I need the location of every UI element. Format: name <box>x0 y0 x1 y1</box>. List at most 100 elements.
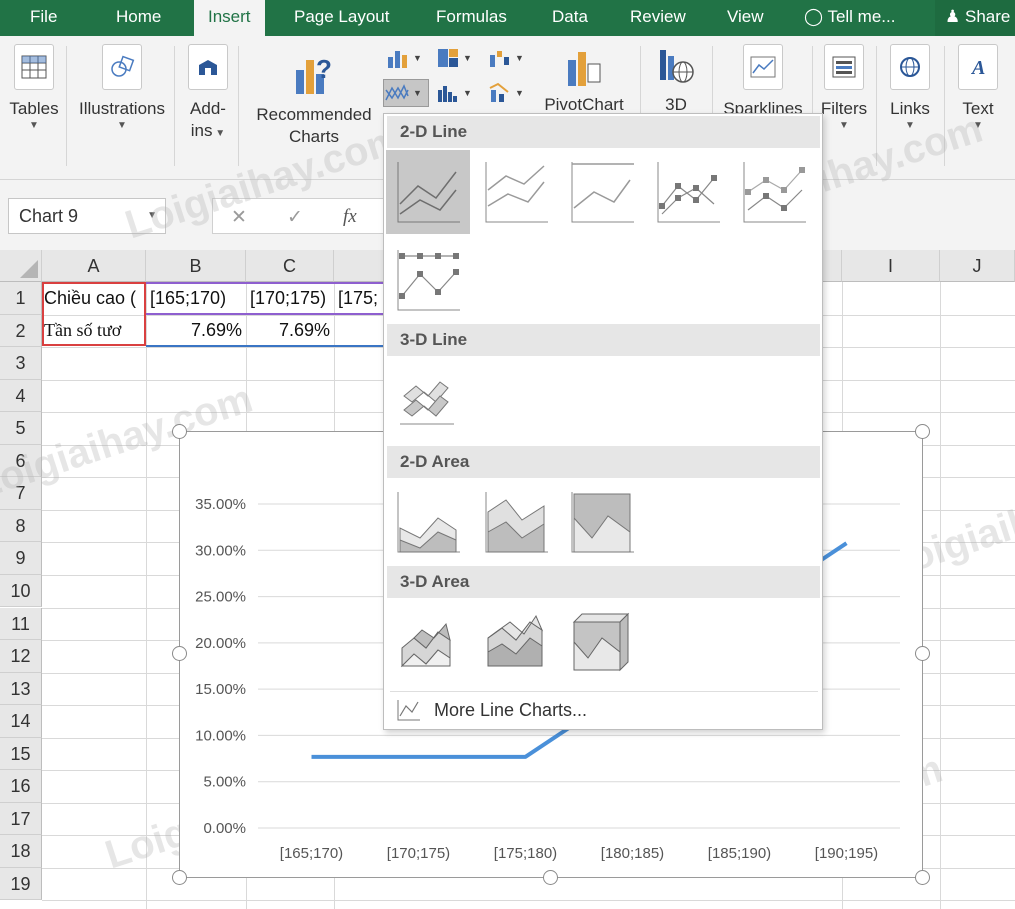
tab-formulas[interactable]: Formulas <box>436 0 507 36</box>
chevron-down-icon: ▼ <box>515 53 524 63</box>
tell-me-label: Tell me... <box>827 7 896 26</box>
column-header-h[interactable] <box>822 250 842 282</box>
tab-data[interactable]: Data <box>552 0 588 36</box>
text-button[interactable]: A Text ▼ <box>952 44 1004 132</box>
y-tick-label: 30.00% <box>195 542 246 559</box>
row-header[interactable]: 19 <box>0 867 42 901</box>
chevron-down-icon: ▼ <box>413 88 422 98</box>
cell-b2[interactable]: 7.69% <box>150 315 242 347</box>
chart-resize-handle[interactable] <box>172 646 187 661</box>
line-chart-button[interactable]: ▼ <box>383 79 429 107</box>
tab-file[interactable]: File <box>30 0 57 36</box>
row-header[interactable]: 6 <box>0 444 42 478</box>
name-box[interactable]: Chart 9 ▼ <box>8 198 166 234</box>
row-header[interactable]: 18 <box>0 835 42 868</box>
name-box-value: Chart 9 <box>19 206 79 226</box>
3d-stacked-area-option[interactable] <box>474 600 558 684</box>
cancel-icon[interactable]: ✕ <box>231 206 247 229</box>
combo-chart-button[interactable]: ▼ <box>488 79 534 107</box>
recommended-charts-label-2: Charts <box>288 127 340 146</box>
row-header[interactable]: 9 <box>0 542 42 575</box>
row-header[interactable]: 17 <box>0 802 42 836</box>
waterfall-chart-button[interactable]: ▼ <box>488 44 534 72</box>
pivotchart-button[interactable]: PivotChart <box>536 44 632 116</box>
chart-resize-handle[interactable] <box>172 424 187 439</box>
row-header[interactable]: 2 <box>0 314 42 348</box>
chevron-down-icon: ▼ <box>29 120 39 131</box>
row-header[interactable]: 3 <box>0 347 42 380</box>
slicer-icon <box>824 44 864 90</box>
chart-resize-handle[interactable] <box>915 870 930 885</box>
stacked-line-with-markers-option[interactable] <box>732 150 816 234</box>
share-button[interactable]: ♟ Share <box>935 0 1015 36</box>
add-ins-button[interactable]: Add- ins ▼ <box>184 44 232 142</box>
3d-line-option[interactable] <box>386 358 470 442</box>
grid-line <box>146 282 147 909</box>
3d-line-icon <box>400 381 454 425</box>
cell-c2[interactable]: 7.69% <box>250 315 330 347</box>
tab-view[interactable]: View <box>727 0 764 36</box>
row-header[interactable]: 1 <box>0 282 42 315</box>
chevron-down-icon: ▼ <box>839 120 849 131</box>
chart-resize-handle[interactable] <box>915 646 930 661</box>
tell-me-box[interactable]: ◯ Tell me... <box>804 0 895 36</box>
statistic-chart-button[interactable]: ▼ <box>436 79 482 107</box>
row-header[interactable]: 4 <box>0 379 42 413</box>
row-header[interactable]: 10 <box>0 574 42 608</box>
tables-button[interactable]: Tables ▼ <box>8 44 60 132</box>
shapes-icon <box>102 44 142 90</box>
row-header[interactable]: 14 <box>0 705 42 738</box>
links-button[interactable]: Links ▼ <box>884 44 936 132</box>
tab-page-layout[interactable]: Page Layout <box>294 0 389 36</box>
chart-resize-handle[interactable] <box>915 424 930 439</box>
column-header-d[interactable] <box>334 250 384 282</box>
100-stacked-line-with-markers-option[interactable] <box>386 238 470 322</box>
hierarchy-chart-button[interactable]: ▼ <box>436 44 482 72</box>
line-with-markers-option[interactable] <box>646 150 730 234</box>
select-all-corner[interactable] <box>0 250 42 282</box>
insert-function-icon[interactable]: fx <box>343 206 357 228</box>
stacked-area-option[interactable] <box>474 480 558 564</box>
tab-review[interactable]: Review <box>630 0 686 36</box>
svg-text:?: ? <box>316 54 332 84</box>
row-header[interactable]: 5 <box>0 412 42 445</box>
recommended-charts-button[interactable]: ? Recommended Charts <box>250 44 378 148</box>
100-stacked-line-option[interactable] <box>560 150 644 234</box>
more-line-charts-link[interactable]: More Line Charts... <box>390 691 818 727</box>
y-tick-label: 25.00% <box>195 589 246 606</box>
row-header[interactable]: 13 <box>0 672 42 706</box>
100-stacked-area-option[interactable] <box>560 480 644 564</box>
3d-map-button[interactable]: 3D <box>648 44 704 116</box>
area-option[interactable] <box>386 480 470 564</box>
sparklines-button[interactable]: Sparklines <box>720 44 806 120</box>
tab-home[interactable]: Home <box>116 0 161 36</box>
row-header[interactable]: 11 <box>0 607 42 641</box>
filters-button[interactable]: Filters ▼ <box>818 44 870 132</box>
column-header-b[interactable]: B <box>146 250 246 282</box>
line-chart-option[interactable] <box>386 150 470 234</box>
recommended-charts-label: Recommended <box>256 105 372 124</box>
100-stacked-line-icon <box>571 162 634 223</box>
column-header-j[interactable]: J <box>940 250 1015 282</box>
column-chart-button[interactable]: ▼ <box>386 44 432 72</box>
stacked-area-icon <box>485 492 548 553</box>
row-header[interactable]: 15 <box>0 737 42 771</box>
row-header[interactable]: 12 <box>0 640 42 673</box>
chart-resize-handle[interactable] <box>172 870 187 885</box>
illustrations-button[interactable]: Illustrations ▼ <box>74 44 170 132</box>
column-header-a[interactable]: A <box>42 250 146 282</box>
row-header[interactable]: 8 <box>0 509 42 543</box>
tab-insert[interactable]: Insert <box>194 0 265 36</box>
3d-area-option[interactable] <box>386 600 470 684</box>
x-tick-label: [170;175) <box>387 845 450 862</box>
waterfall-chart-icon <box>490 51 509 67</box>
3d-100-stacked-area-option[interactable] <box>560 600 644 684</box>
add-ins-label: Add- <box>190 99 226 118</box>
column-header-c[interactable]: C <box>246 250 334 282</box>
chart-resize-handle[interactable] <box>543 870 558 885</box>
row-header[interactable]: 7 <box>0 477 42 510</box>
stacked-line-option[interactable] <box>474 150 558 234</box>
column-header-i[interactable]: I <box>842 250 940 282</box>
row-header[interactable]: 16 <box>0 770 42 803</box>
enter-icon[interactable]: ✓ <box>287 206 303 229</box>
